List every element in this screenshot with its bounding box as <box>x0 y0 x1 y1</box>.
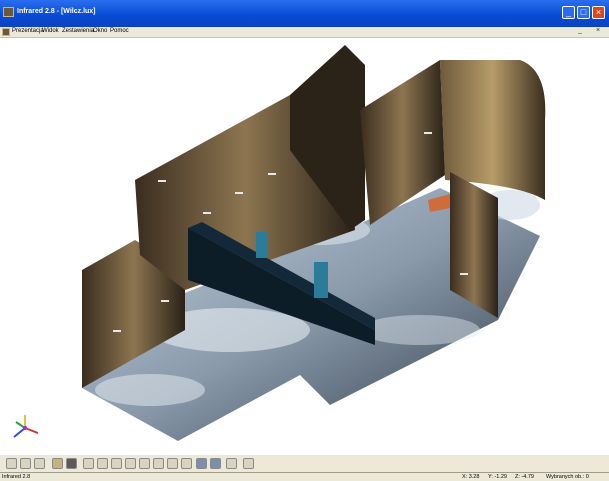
luminaire <box>113 330 121 332</box>
status-z: Z: -4.79 <box>515 474 534 480</box>
box-view-icon[interactable] <box>66 458 77 469</box>
status-selected: Wybranych ob.: 0 <box>546 474 589 480</box>
cube-icon[interactable] <box>52 458 63 469</box>
status-y: Y: -1.29 <box>488 474 507 480</box>
export-icon[interactable] <box>243 458 254 469</box>
luminaire <box>203 212 211 214</box>
luminaire <box>460 273 468 275</box>
luminaire <box>161 300 169 302</box>
mdi-close-button[interactable]: × <box>596 27 600 34</box>
room-render <box>82 45 546 441</box>
view-front-icon[interactable] <box>83 458 94 469</box>
floor-light-spot <box>95 374 205 406</box>
view-back-icon[interactable] <box>97 458 108 469</box>
title-bar: Infrared 2.8 - [Wilcz.lux] _ □ × <box>0 0 609 27</box>
pillar <box>256 232 268 258</box>
luminaire <box>424 132 432 134</box>
view-right-icon[interactable] <box>125 458 136 469</box>
window-title: Infrared 2.8 - [Wilcz.lux] <box>17 8 96 15</box>
minimize-button[interactable]: _ <box>562 6 575 19</box>
maximize-button[interactable]: □ <box>577 6 590 19</box>
settings-icon[interactable] <box>196 458 207 469</box>
view-iso-icon[interactable] <box>167 458 178 469</box>
window-icon[interactable] <box>226 458 237 469</box>
document-icon[interactable] <box>2 28 10 36</box>
close-button[interactable]: × <box>592 6 605 19</box>
axis-orientation-icon <box>10 413 40 443</box>
luminaire <box>158 180 166 182</box>
view-top-icon[interactable] <box>139 458 150 469</box>
menu-widok[interactable]: Widok <box>42 28 59 34</box>
pencil-icon[interactable] <box>6 458 17 469</box>
view-left-icon[interactable] <box>111 458 122 469</box>
menu-prezentacja[interactable]: Prezentacja <box>12 28 44 34</box>
toolbar <box>0 454 609 473</box>
menu-okno[interactable]: Okno <box>93 28 107 34</box>
menu-pomoc[interactable]: Pomoc <box>110 28 129 34</box>
print-icon[interactable] <box>34 458 45 469</box>
pillar <box>314 262 328 298</box>
status-x: X: 3.28 <box>462 474 480 480</box>
mdi-minimize-button[interactable]: _ <box>578 27 582 34</box>
status-app: Infrared 2.8 <box>2 474 31 480</box>
floor-light-spot <box>360 315 480 345</box>
save-icon[interactable] <box>20 458 31 469</box>
render-icon[interactable] <box>210 458 221 469</box>
menu-zestawienia[interactable]: Zestawienia <box>62 28 94 34</box>
menu-bar: Prezentacja Widok Zestawienia Okno Pomoc… <box>0 27 609 38</box>
3d-viewport[interactable] <box>0 38 609 454</box>
luminaire <box>235 192 243 194</box>
luminaire <box>268 173 276 175</box>
view-bottom-icon[interactable] <box>153 458 164 469</box>
app-icon[interactable] <box>3 7 14 17</box>
view-persp-icon[interactable] <box>181 458 192 469</box>
